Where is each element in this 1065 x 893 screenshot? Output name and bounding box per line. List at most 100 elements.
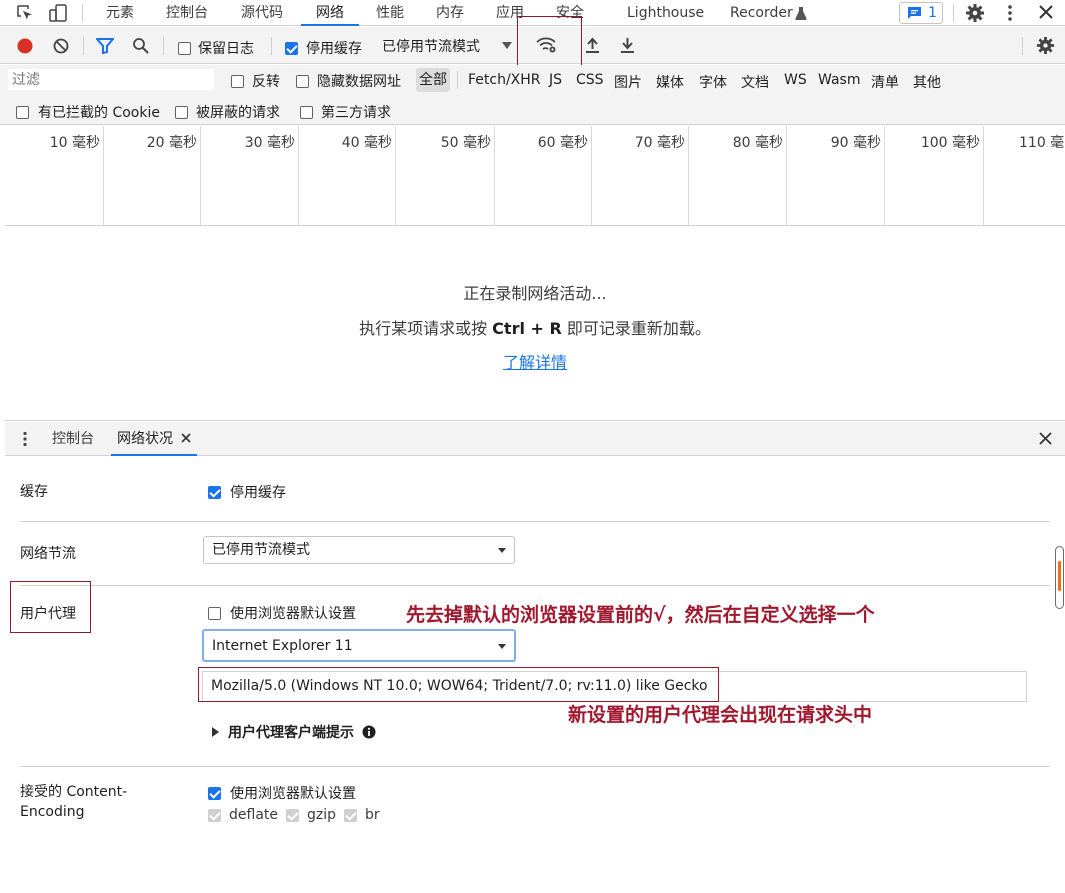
network-settings-gear-icon[interactable]	[1036, 36, 1055, 55]
filter-input[interactable]	[8, 69, 214, 90]
timeline-column: 110 毫	[984, 126, 1065, 225]
type-filter-all[interactable]: 全部	[416, 68, 450, 92]
type-filter-manifest[interactable]: 清单	[871, 72, 899, 92]
blocked-cookies-checkbox[interactable]	[16, 105, 29, 119]
type-filter-font[interactable]: 字体	[699, 72, 727, 92]
type-filter-media[interactable]: 媒体	[656, 72, 684, 92]
filter-bar: 反转 隐藏数据网址 全部 Fetch/XHR JS CSS 图片 媒体 字体 文…	[0, 65, 1065, 125]
disable-cache-toggle[interactable]: 停用缓存	[285, 38, 362, 58]
reload-shortcut: Ctrl + R	[492, 319, 562, 338]
throttling-dropdown[interactable]: 已停用节流模式	[382, 36, 512, 56]
close-devtools-icon[interactable]	[1039, 5, 1053, 19]
timeline-overview[interactable]: 10 毫秒 20 毫秒 30 毫秒 40 毫秒 50 毫秒 60 毫秒 70 毫…	[5, 126, 1065, 226]
network-conditions-icon[interactable]	[536, 36, 558, 54]
type-filter-img[interactable]: 图片	[614, 72, 642, 92]
drawer-tab-console[interactable]: 控制台	[52, 422, 94, 456]
drawer-tab-network-conditions[interactable]: 网络状况	[111, 422, 197, 456]
type-filter-fetch-xhr[interactable]: Fetch/XHR	[468, 72, 541, 88]
section-divider	[20, 766, 1050, 767]
tab-security[interactable]: 安全	[556, 0, 584, 26]
drawer-menu-icon[interactable]	[22, 431, 28, 447]
reload-hint: 执行某项请求或按 Ctrl + R 即可记录重新加载。	[5, 315, 1065, 339]
third-party-toggle[interactable]: 第三方请求	[300, 102, 391, 122]
tab-network[interactable]: 网络	[301, 0, 359, 26]
type-filter-other[interactable]: 其他	[913, 72, 941, 92]
panel-scrollbar-thumb[interactable]	[1055, 546, 1064, 609]
preserve-log-toggle[interactable]: 保留日志	[178, 38, 254, 58]
timeline-column: 80 毫秒	[689, 126, 787, 225]
hide-data-urls-checkbox[interactable]	[296, 74, 309, 88]
type-filter-css[interactable]: CSS	[576, 72, 604, 88]
type-filter-ws[interactable]: WS	[784, 72, 807, 88]
clear-icon[interactable]	[53, 38, 69, 54]
invert-toggle[interactable]: 反转	[231, 71, 280, 91]
reload-hint-suffix: 即可记录重新加载。	[561, 319, 711, 338]
disable-cache-checkbox[interactable]	[285, 41, 298, 55]
tab-sources[interactable]: 源代码	[241, 0, 283, 26]
tab-console[interactable]: 控制台	[166, 0, 208, 26]
close-drawer-icon[interactable]	[1039, 432, 1052, 445]
cache-section-label: 缓存	[20, 484, 48, 500]
preserve-log-checkbox[interactable]	[178, 41, 191, 55]
tab-application[interactable]: 应用	[496, 0, 524, 26]
timeline-column: 40 毫秒	[299, 126, 396, 225]
chevron-down-icon	[502, 42, 512, 50]
timeline-tick-label: 40 毫秒	[341, 135, 392, 151]
drawer-tab-network-conditions-label: 网络状况	[117, 431, 173, 447]
divider	[953, 4, 954, 22]
reload-hint-prefix: 执行某项请求或按	[359, 319, 493, 338]
more-options-icon[interactable]	[1004, 4, 1016, 22]
devtools-tab-bar: 元素 控制台 源代码 网络 性能 内存 应用 安全 Lighthouse Rec…	[0, 0, 1065, 26]
type-filter-wasm[interactable]: Wasm	[818, 72, 860, 88]
inspect-element-icon[interactable]	[16, 4, 34, 22]
ua-default-toggle[interactable]: 使用浏览器默认设置	[208, 603, 356, 623]
type-filter-js[interactable]: JS	[549, 72, 562, 88]
tab-elements[interactable]: 元素	[106, 0, 134, 26]
import-har-icon[interactable]	[585, 37, 600, 54]
type-filter-doc[interactable]: 文档	[741, 72, 769, 92]
learn-more-link[interactable]: 了解详情	[503, 353, 567, 372]
triangle-right-icon	[212, 727, 219, 737]
device-toolbar-icon[interactable]	[48, 3, 68, 23]
drawer-tab-bar: 控制台 网络状况	[5, 422, 1065, 456]
timeline-tick-label: 100 毫秒	[920, 135, 980, 151]
conditions-disable-cache-checkbox[interactable]	[208, 485, 221, 499]
search-icon[interactable]	[132, 37, 149, 54]
blocked-requests-checkbox[interactable]	[175, 105, 188, 119]
tab-lighthouse[interactable]: Lighthouse	[627, 0, 704, 26]
network-toolbar: 保留日志 停用缓存 已停用节流模式	[0, 16, 1065, 70]
blocked-requests-label: 被屏蔽的请求	[196, 105, 280, 121]
tab-performance[interactable]: 性能	[376, 0, 404, 26]
blocked-requests-toggle[interactable]: 被屏蔽的请求	[175, 102, 280, 122]
divider	[82, 4, 83, 22]
filter-icon[interactable]	[96, 38, 114, 54]
info-icon[interactable]	[362, 725, 376, 739]
third-party-checkbox[interactable]	[300, 105, 313, 119]
ua-client-hints-expander[interactable]: 用户代理客户端提示	[212, 722, 376, 742]
hide-data-urls-toggle[interactable]: 隐藏数据网址	[296, 71, 401, 91]
tab-memory[interactable]: 内存	[436, 0, 464, 26]
tab-recorder[interactable]: Recorder	[730, 0, 793, 26]
blocked-cookies-toggle[interactable]: 有已拦截的 Cookie	[16, 102, 160, 122]
record-button[interactable]	[17, 38, 33, 54]
issue-message-icon	[907, 6, 922, 20]
invert-checkbox[interactable]	[231, 74, 244, 88]
settings-gear-icon[interactable]	[965, 3, 985, 23]
timeline-tick-label: 70 毫秒	[634, 135, 685, 151]
conditions-disable-cache-toggle[interactable]: 停用缓存	[208, 482, 286, 502]
timeline-column: 30 毫秒	[201, 126, 299, 225]
user-agent-string-input[interactable]: Mozilla/5.0 (Windows NT 10.0; WOW64; Tri…	[202, 671, 1027, 702]
user-agent-select[interactable]: Internet Explorer 11	[202, 629, 516, 662]
ua-default-label: 使用浏览器默认设置	[230, 606, 356, 622]
encoding-default-checkbox[interactable]	[208, 786, 221, 800]
export-har-icon[interactable]	[620, 37, 635, 54]
issues-badge[interactable]: 1	[899, 2, 943, 24]
encoding-default-toggle[interactable]: 使用浏览器默认设置	[208, 783, 356, 803]
invert-label: 反转	[252, 74, 280, 90]
divider	[271, 37, 272, 55]
timeline-column: 100 毫秒	[885, 126, 984, 225]
close-tab-icon[interactable]	[181, 433, 191, 443]
ua-default-checkbox[interactable]	[208, 606, 221, 620]
conditions-throttling-select[interactable]: 已停用节流模式	[203, 536, 515, 564]
timeline-tick-label: 50 毫秒	[440, 135, 491, 151]
